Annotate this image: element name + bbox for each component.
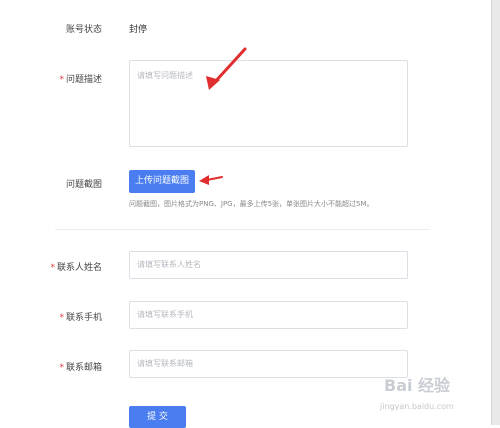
problem-description-label: * 问题描述 [59,72,102,85]
contact-phone-input[interactable]: 请填写联系手机 [129,301,408,329]
problem-description-placeholder: 请填写问题描述 [137,71,193,80]
contact-email-label: * 联系邮箱 [59,360,102,373]
problem-description-textarea[interactable]: 请填写问题描述 [129,60,408,147]
required-mark: * [59,75,64,85]
contact-name-label: * 联系人姓名 [50,260,102,273]
contact-email-label-text: 联系邮箱 [65,363,102,373]
watermark-url: jingyan.baidu.com [380,402,454,411]
contact-phone-placeholder: 请填写联系手机 [137,310,193,319]
arrow-annotation-icon [199,175,223,185]
contact-name-placeholder: 请填写联系人姓名 [137,260,201,269]
account-status-value: 封停 [129,25,148,35]
contact-email-input[interactable]: 请填写联系邮箱 [129,350,408,378]
required-mark: * [50,263,55,273]
upload-hint: 问题截图，图片格式为PNG、JPG，最多上传5张，单张图片大小不能超过5M。 [129,200,374,208]
watermark-text: Bai 经验 [384,376,451,395]
contact-email-placeholder: 请填写联系邮箱 [137,359,193,368]
account-status-label: 账号状态 [65,25,102,35]
required-mark: * [59,313,64,323]
contact-name-label-text: 联系人姓名 [56,263,102,273]
contact-phone-label: * 联系手机 [59,310,102,323]
problem-description-label-text: 问题描述 [65,75,102,85]
scrollbar-track[interactable] [491,0,500,425]
required-mark: * [59,363,64,373]
section-divider [55,229,430,230]
contact-phone-label-text: 联系手机 [65,313,102,323]
contact-name-input[interactable]: 请填写联系人姓名 [129,251,408,279]
screenshot-label: 问题截图 [65,180,102,190]
upload-screenshot-button[interactable]: 上传问题截图 [129,170,195,193]
